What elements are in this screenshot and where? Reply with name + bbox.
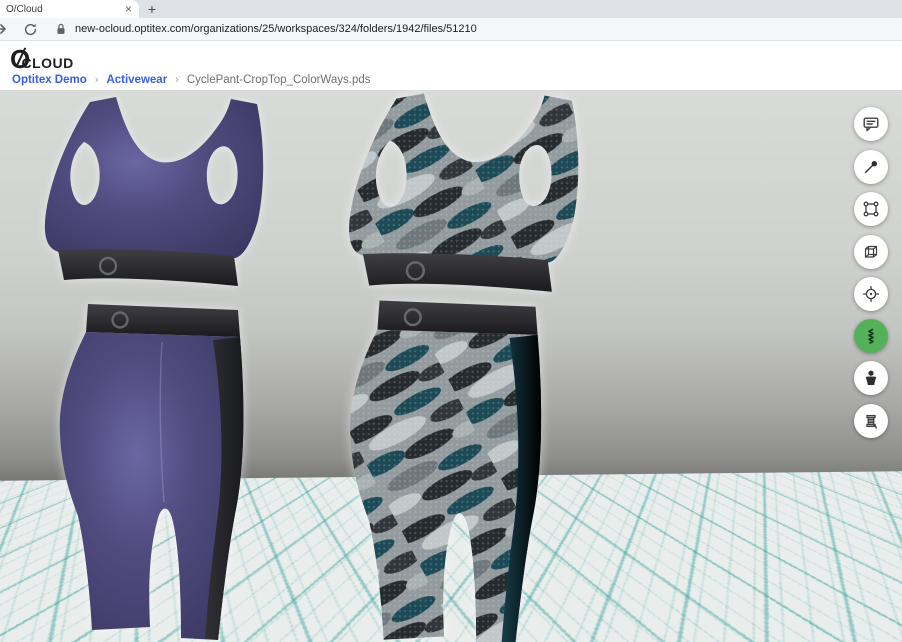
breadcrumb: Optitex Demo › Activewear › CyclePant-Cr…: [12, 74, 371, 86]
new-tab-button[interactable]: +: [139, 0, 165, 18]
garment-layer: [0, 90, 902, 642]
mannequin-tool-button[interactable]: [854, 361, 888, 395]
focus-target-tool-button[interactable]: [854, 277, 888, 311]
transform-frame-icon: [861, 199, 881, 219]
mannequin-icon: [861, 368, 881, 388]
reload-icon[interactable]: [23, 22, 38, 37]
browser-tab-strip: O/Cloud × +: [0, 0, 902, 18]
browser-toolbar: new-ocloud.optitex.com/organizations/25/…: [0, 18, 902, 41]
breadcrumb-workspace[interactable]: Optitex Demo: [12, 74, 87, 86]
pin-icon: [861, 157, 881, 177]
garment-crop-top-camo[interactable]: [349, 93, 578, 291]
transform-tool-button[interactable]: [854, 192, 888, 226]
stitch-zigzag-icon: [861, 326, 881, 346]
thread-spool-icon: [861, 411, 881, 431]
thread-spool-tool-button[interactable]: [854, 404, 888, 438]
garment-crop-top-purple[interactable]: [45, 97, 263, 286]
comment-tool-button[interactable]: [854, 107, 888, 141]
focus-target-icon: [861, 284, 881, 304]
garment-cycle-pants-purple[interactable]: [60, 304, 244, 640]
browser-tab[interactable]: O/Cloud ×: [0, 0, 139, 18]
garment-cycle-pants-camo[interactable]: [350, 301, 541, 642]
lock-icon[interactable]: [54, 22, 68, 36]
tab-close-icon[interactable]: ×: [123, 3, 134, 15]
breadcrumb-file: CyclePant-CropTop_ColorWays.pds: [187, 74, 371, 86]
forward-icon[interactable]: [0, 21, 9, 37]
cube-3d-tool-button[interactable]: [854, 235, 888, 269]
breadcrumb-separator: ›: [175, 74, 179, 86]
pin-tool-button[interactable]: [854, 150, 888, 184]
ocloud-logo: O / CLOUD: [10, 44, 74, 72]
cube-3d-icon: [861, 242, 881, 262]
breadcrumb-folder[interactable]: Activewear: [106, 74, 167, 86]
viewport-3d[interactable]: [0, 90, 902, 642]
breadcrumb-separator: ›: [95, 74, 99, 86]
address-url[interactable]: new-ocloud.optitex.com/organizations/25/…: [75, 23, 477, 35]
app-window: O/Cloud × + new-ocloud.optitex.com/organ…: [0, 0, 902, 642]
logo-text: CLOUD: [21, 56, 73, 70]
stitch-tool-button-active[interactable]: [854, 319, 888, 353]
app-header: O / CLOUD Optitex Demo › Activewear › Cy…: [0, 41, 902, 90]
comment-bubble-icon: [861, 114, 881, 134]
tab-title: O/Cloud: [6, 4, 123, 15]
